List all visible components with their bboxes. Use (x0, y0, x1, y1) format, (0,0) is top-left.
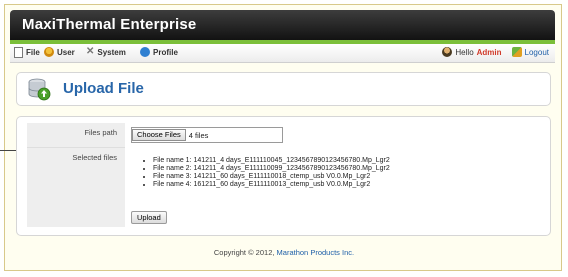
logout-link[interactable]: Logout (511, 47, 549, 57)
menu-item-label: System (97, 47, 126, 57)
menu-item-label: User (57, 47, 75, 57)
file-count: 4 files (188, 130, 209, 140)
form-label-column: Files path Selected files (27, 123, 125, 227)
choose-files-button[interactable]: Choose Files (132, 129, 186, 141)
app-title: MaxiThermal Enterprise (22, 16, 197, 33)
app-header: MaxiThermal Enterprise (10, 10, 555, 40)
upload-form-panel: Files path Selected files Choose Files 4… (16, 116, 551, 236)
file-input[interactable]: Choose Files 4 files (131, 127, 283, 143)
user-icon (44, 47, 54, 57)
greeting: Hello Admin (442, 47, 502, 57)
divider (27, 147, 125, 148)
menu-item-label: Profile (153, 47, 178, 57)
footer: Copyright © 2012, Marathon Products Inc. (0, 248, 568, 257)
page-title-box: Upload File (16, 72, 551, 106)
list-item: File name 2: 141211_4 days_E111110099_12… (153, 165, 390, 173)
admin-link[interactable]: Admin (477, 48, 502, 57)
file-icon (14, 47, 23, 58)
list-item: File name 1: 141211_4 days_E111110045_12… (153, 157, 390, 165)
copyright-text: Copyright © 2012, (213, 248, 275, 257)
page-title: Upload File (63, 80, 144, 97)
menu-item-file[interactable]: File (14, 47, 40, 58)
menu-item-user[interactable]: User (44, 47, 75, 57)
menu-item-profile[interactable]: Profile (140, 47, 178, 57)
selected-files-label: Selected files (72, 153, 117, 162)
logout-icon (511, 47, 522, 57)
wrench-icon: ✕ (86, 46, 95, 57)
menu-item-system[interactable]: ✕ System (86, 47, 126, 57)
menu-item-label: File (26, 48, 40, 57)
files-path-label: Files path (84, 128, 117, 137)
menu-bar: File User ✕ System Profile Hello Admin L… (10, 44, 555, 63)
list-item: File name 4: 161211_60 days_E111110013_c… (153, 181, 390, 189)
admin-avatar-icon (442, 47, 453, 57)
list-item: File name 3: 141211_60 days_E111110018_c… (153, 173, 390, 181)
info-icon (140, 47, 150, 57)
company-link[interactable]: Marathon Products Inc. (277, 248, 355, 257)
user-box: Hello Admin Logout (442, 47, 549, 57)
upload-button[interactable]: Upload (131, 211, 167, 224)
selected-files-list: File name 1: 141211_4 days_E111110045_12… (143, 157, 390, 189)
database-upload-icon (28, 78, 51, 101)
